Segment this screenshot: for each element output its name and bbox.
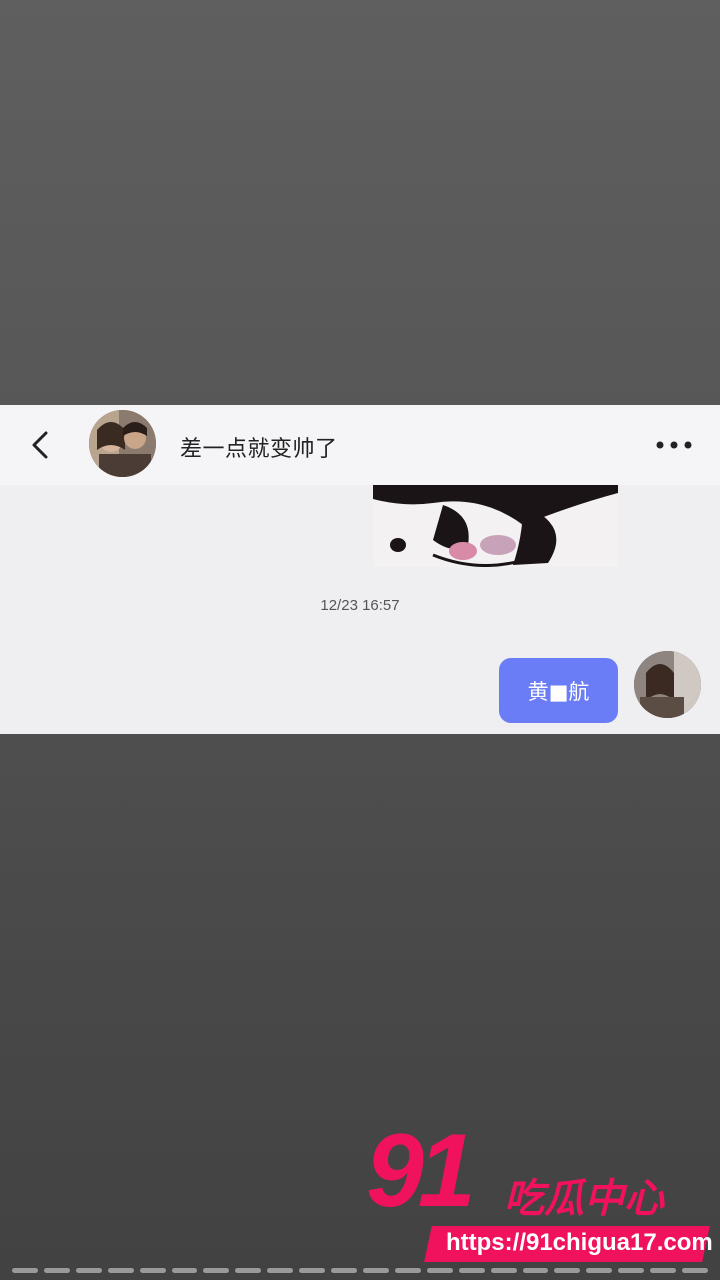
watermark-number: 91 xyxy=(366,1113,476,1229)
progress-segment xyxy=(426,1268,453,1273)
story-progress-bar xyxy=(12,1268,708,1273)
progress-segment xyxy=(203,1268,230,1273)
progress-segment xyxy=(139,1268,166,1273)
progress-segment xyxy=(43,1268,70,1273)
progress-segment xyxy=(586,1268,613,1273)
progress-segment xyxy=(75,1268,102,1273)
progress-segment xyxy=(362,1268,389,1273)
back-button[interactable] xyxy=(24,427,56,463)
progress-segment xyxy=(650,1268,677,1273)
progress-segment xyxy=(12,1268,38,1273)
progress-segment xyxy=(267,1268,294,1273)
outgoing-message-bubble[interactable]: 黄■航 xyxy=(499,658,618,723)
progress-segment xyxy=(171,1268,198,1273)
progress-segment xyxy=(394,1268,421,1273)
progress-segment xyxy=(107,1268,134,1273)
more-horizontal-icon xyxy=(656,441,692,449)
chat-screenshot: 差一点就变帅了 12/23 16:57 黄■航 xyxy=(0,405,720,734)
self-avatar[interactable] xyxy=(634,651,701,718)
progress-segment xyxy=(299,1268,326,1273)
chevron-left-icon xyxy=(32,431,48,459)
chat-title: 差一点就变帅了 xyxy=(180,437,338,462)
progress-segment xyxy=(331,1268,357,1273)
sticker-image xyxy=(373,485,618,567)
watermark-url: https://91chigua17.com xyxy=(446,1229,713,1256)
avatar-photo xyxy=(634,651,701,718)
message-timestamp: 12/23 16:57 xyxy=(320,597,400,614)
contact-avatar[interactable] xyxy=(89,410,156,477)
progress-segment xyxy=(458,1268,485,1273)
avatar-photo xyxy=(89,410,156,477)
progress-segment xyxy=(235,1268,262,1273)
message-text: 黄■航 xyxy=(527,679,590,704)
more-button[interactable] xyxy=(654,437,694,453)
chat-header: 差一点就变帅了 xyxy=(0,405,720,485)
image-message[interactable] xyxy=(373,485,618,567)
progress-segment xyxy=(490,1268,517,1273)
site-watermark: 91 吃瓜中心 https://91chigua17.com xyxy=(366,1113,720,1266)
progress-segment xyxy=(522,1268,549,1273)
progress-segment xyxy=(618,1268,645,1273)
progress-segment xyxy=(554,1268,581,1273)
watermark-title: 吃瓜中心 xyxy=(504,1176,664,1222)
progress-segment xyxy=(682,1268,708,1273)
